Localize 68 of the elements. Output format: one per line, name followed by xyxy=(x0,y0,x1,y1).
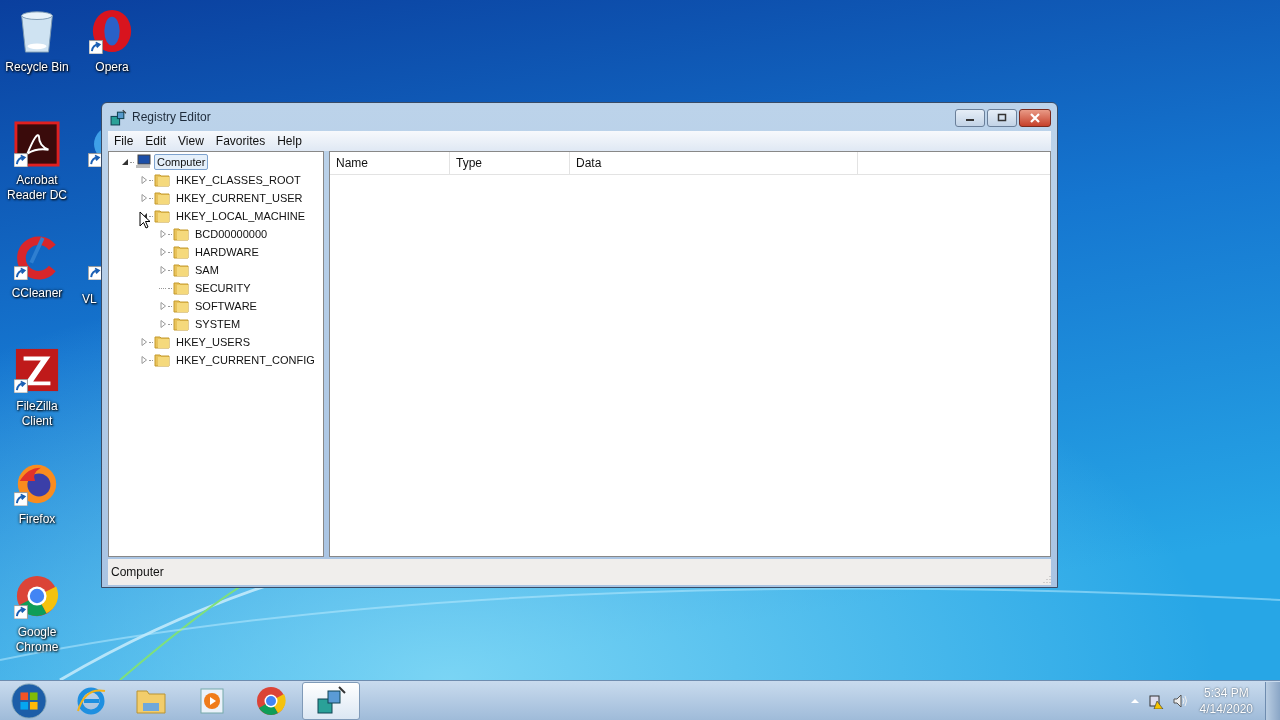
tree-node-label[interactable]: BCD00000000 xyxy=(192,226,271,242)
menu-item[interactable]: Favorites xyxy=(209,134,272,148)
chrome-icon xyxy=(255,684,287,717)
show-desktop-button[interactable] xyxy=(1265,681,1280,720)
collapsed-arrow-icon[interactable] xyxy=(140,356,148,364)
status-bar-text: Computer xyxy=(111,565,164,579)
folder-icon xyxy=(173,262,189,278)
collapsed-arrow-icon[interactable] xyxy=(140,176,148,184)
chrome-icon[interactable] xyxy=(14,573,60,619)
registry-cubes-icon xyxy=(110,108,127,126)
desktop-icon-label[interactable]: Opera xyxy=(76,60,148,75)
menu-item[interactable]: View xyxy=(172,134,210,148)
folder-icon xyxy=(154,352,170,368)
window-title: Registry Editor xyxy=(132,110,211,124)
tree-node-label[interactable]: HKEY_USERS xyxy=(173,334,253,350)
column-header[interactable]: Type xyxy=(450,152,570,174)
menu-item[interactable]: Help xyxy=(271,134,308,148)
tree-node-label[interactable]: HKEY_CURRENT_CONFIG xyxy=(173,352,318,368)
folder-icon xyxy=(173,316,189,332)
resize-grip-icon[interactable] xyxy=(1041,573,1051,583)
folder-icon xyxy=(173,244,189,260)
menu-item[interactable]: Edit xyxy=(139,134,173,148)
desktop-icon-label[interactable]: Recycle Bin xyxy=(1,60,73,75)
computer-icon xyxy=(135,154,151,170)
desktop-icon-label[interactable]: Acrobat Reader DC xyxy=(1,173,73,203)
desktop-icon-label[interactable]: CCleaner xyxy=(1,286,73,301)
collapsed-arrow-icon[interactable] xyxy=(159,248,167,256)
collapsed-arrow-icon[interactable] xyxy=(159,320,167,328)
maximize-button[interactable] xyxy=(987,109,1017,127)
taskbar-app-button[interactable] xyxy=(302,681,360,720)
folder-icon xyxy=(154,334,170,350)
tree-node-label[interactable]: HKEY_LOCAL_MACHINE xyxy=(173,208,308,224)
tree-node-label[interactable]: SYSTEM xyxy=(192,316,244,332)
menu-item[interactable]: File xyxy=(108,134,140,148)
acrobat-icon[interactable] xyxy=(14,121,60,167)
tree-node-label[interactable]: HKEY_CLASSES_ROOT xyxy=(173,172,304,188)
tree-node-label[interactable]: HARDWARE xyxy=(192,244,262,260)
regedit-icon xyxy=(315,684,347,717)
tree-node-label[interactable]: SAM xyxy=(192,262,222,278)
desktop-icon-label[interactable]: FileZilla Client xyxy=(1,399,73,429)
folder-icon xyxy=(173,298,189,314)
windows-logo-icon xyxy=(10,681,48,720)
maximize-icon xyxy=(996,113,1008,123)
collapsed-arrow-icon[interactable] xyxy=(140,194,148,202)
folder-icon xyxy=(173,226,189,242)
column-header[interactable]: Name xyxy=(330,152,450,174)
speaker-icon[interactable] xyxy=(1171,692,1188,709)
expanded-arrow-icon[interactable] xyxy=(121,158,129,166)
tree-node-label[interactable]: SECURITY xyxy=(192,280,254,296)
close-button[interactable] xyxy=(1019,109,1051,127)
collapsed-arrow-icon[interactable] xyxy=(159,230,167,238)
folder-icon xyxy=(154,190,170,206)
close-icon xyxy=(1029,113,1041,123)
folder-icon xyxy=(154,172,170,188)
tree-node-label[interactable]: HKEY_CURRENT_USER xyxy=(173,190,306,206)
tree-node-label[interactable]: Computer xyxy=(154,154,209,170)
folder-icon xyxy=(173,280,189,296)
network-warning-icon[interactable] xyxy=(1147,692,1164,709)
collapsed-arrow-icon[interactable] xyxy=(140,338,148,346)
mouse-pointer-icon xyxy=(139,211,151,229)
folder-icon xyxy=(154,208,170,224)
collapsed-arrow-icon[interactable] xyxy=(159,266,167,274)
collapsed-arrow-icon[interactable] xyxy=(159,302,167,310)
minimize-button[interactable] xyxy=(955,109,985,127)
tree-node-label[interactable]: SOFTWARE xyxy=(192,298,260,314)
desktop-icon-label[interactable]: VL xyxy=(82,292,97,307)
column-header[interactable]: Data xyxy=(570,152,858,174)
filezilla-icon[interactable] xyxy=(14,347,60,393)
